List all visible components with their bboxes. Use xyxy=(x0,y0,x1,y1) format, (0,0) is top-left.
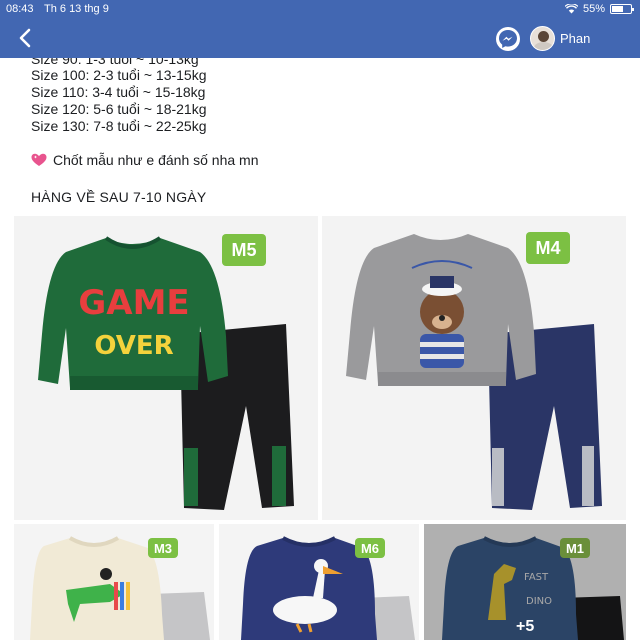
status-time: 08:43 xyxy=(6,3,34,15)
battery-percent: 55% xyxy=(582,3,605,15)
battery-icon xyxy=(610,4,634,14)
status-bar: 08:43 Th 6 13 thg 9 55% xyxy=(0,0,640,20)
wifi-icon xyxy=(564,4,578,14)
tracksuit-illustration xyxy=(30,536,210,640)
more-photos-count[interactable]: +5 xyxy=(516,618,534,636)
avatar-head xyxy=(538,31,549,42)
sparkling-heart-icon xyxy=(31,153,47,166)
post-chot-line: Chốt mẫu như e đánh số nha mn xyxy=(31,152,259,168)
tracksuit-illustration: GAME OVER xyxy=(38,236,294,510)
model-badge: M3 xyxy=(148,538,178,558)
status-date: Th 6 13 thg 9 xyxy=(44,3,109,15)
avatar[interactable] xyxy=(530,26,555,51)
tracksuit-illustration xyxy=(241,536,415,640)
model-badge: M1 xyxy=(560,538,590,558)
size-line: Size 130: 7-8 tuổi ~ 22-25kg xyxy=(31,118,207,134)
size-line: Size 100: 2-3 tuổi ~ 13-15kg xyxy=(31,67,207,83)
messenger-icon[interactable] xyxy=(496,27,520,51)
tracksuit-illustration xyxy=(346,234,602,510)
size-line: Size 120: 5-6 tuổi ~ 18-21kg xyxy=(31,101,207,117)
post-size-list: Size 100: 2-3 tuổi ~ 13-15kg Size 110: 3… xyxy=(31,67,207,135)
product-photo-m6[interactable]: M6 xyxy=(219,524,419,640)
model-badge: M5 xyxy=(222,234,266,266)
shirt-text-game: GAME xyxy=(78,283,189,323)
size-line: Size 110: 3-4 tuổi ~ 15-18kg xyxy=(31,84,206,100)
avatar-body xyxy=(534,42,553,50)
nav-bar: Phan xyxy=(0,20,640,58)
back-chevron-icon[interactable] xyxy=(16,26,36,50)
status-right: 55% xyxy=(564,3,634,15)
battery-fill xyxy=(612,6,623,12)
chot-text: Chốt mẫu như e đánh số nha mn xyxy=(53,152,259,168)
user-name[interactable]: Phan xyxy=(560,31,590,46)
product-photo-m5[interactable]: GAME OVER M5 xyxy=(14,216,318,520)
post-arrival-note: HÀNG VỀ SAU 7-10 NGÀY xyxy=(31,189,207,205)
app-header: 08:43 Th 6 13 thg 9 55% Phan xyxy=(0,0,640,58)
product-photo-m3[interactable]: M3 xyxy=(14,524,214,640)
product-photo-m4[interactable]: M4 xyxy=(322,216,626,520)
model-badge: M4 xyxy=(526,232,570,264)
post-size-line-cut-text: Size 90: 1-3 tuổi ~ 10-13kg xyxy=(31,58,199,67)
shirt-text-over: OVER xyxy=(94,331,173,361)
model-badge: M6 xyxy=(355,538,385,558)
